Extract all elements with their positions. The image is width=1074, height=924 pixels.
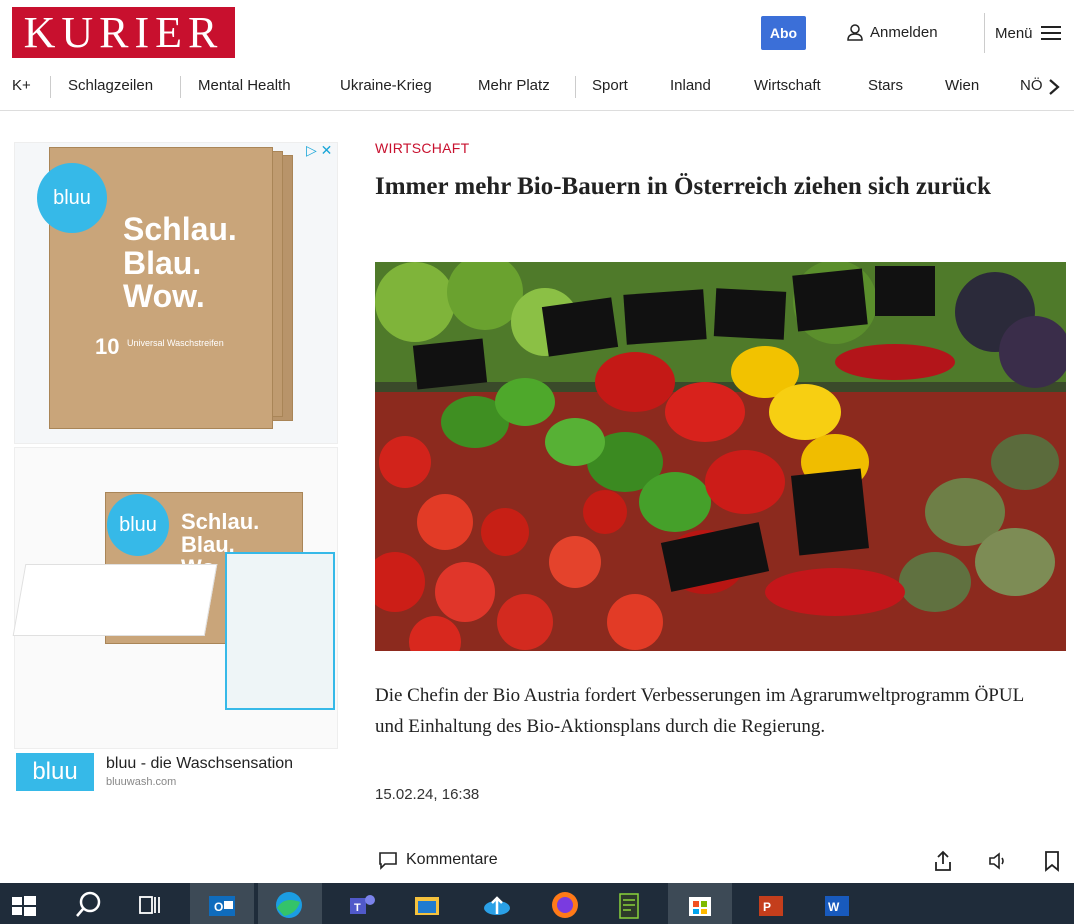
nav-divider bbox=[575, 76, 576, 98]
onedrive-icon[interactable] bbox=[480, 888, 514, 922]
svg-text:O: O bbox=[214, 900, 223, 914]
article-headline[interactable]: Immer mehr Bio-Bauern in Österreich zieh… bbox=[375, 170, 1015, 203]
nav-item-mental-health[interactable]: Mental Health bbox=[198, 77, 291, 94]
powerpoint-icon[interactable]: P bbox=[754, 888, 788, 922]
article-date: 15.02.24, 16:38 bbox=[375, 786, 480, 803]
comment-icon bbox=[379, 852, 397, 870]
svg-text:P: P bbox=[763, 900, 771, 914]
nav-item-schlagzeilen[interactable]: Schlagzeilen bbox=[68, 77, 153, 94]
nav-item-wirtschaft[interactable]: Wirtschaft bbox=[754, 77, 821, 94]
chevron-right-icon[interactable] bbox=[1048, 78, 1060, 96]
audio-icon[interactable] bbox=[987, 850, 1009, 872]
store-icon[interactable] bbox=[683, 888, 717, 922]
ad-image-product-boxes[interactable]: bluu Schlau. Blau. Wow. 10 Universal Wasch… bbox=[14, 142, 338, 444]
ad-small-package bbox=[225, 552, 335, 710]
teams-icon[interactable]: T bbox=[345, 888, 379, 922]
nav-item-noe[interactable]: NÖ bbox=[1020, 77, 1043, 94]
abo-button[interactable]: Abo bbox=[761, 16, 806, 50]
ad-image-product-strips[interactable]: bluu Schlau.Blau.Wo 60 bbox=[12, 447, 338, 749]
ad-strips-stack bbox=[12, 564, 218, 636]
nav-item-ukraine-krieg[interactable]: Ukraine-Krieg bbox=[340, 77, 432, 94]
file-explorer-icon[interactable] bbox=[410, 888, 444, 922]
menu-button[interactable]: Menü bbox=[984, 13, 1061, 53]
notepad-plus-icon[interactable] bbox=[612, 888, 646, 922]
bookmark-icon[interactable] bbox=[1043, 850, 1061, 872]
article-lead: Die Chefin der Bio Austria fordert Verbe… bbox=[375, 685, 1024, 737]
nav-item-wien[interactable]: Wien bbox=[945, 77, 979, 94]
ad-choices-icon[interactable]: ▷ ✕ bbox=[306, 142, 332, 159]
article-section-label[interactable]: WIRTSCHAFT bbox=[375, 140, 470, 156]
comments-button[interactable]: Kommentare bbox=[378, 850, 498, 870]
section-nav: K+ Schlagzeilen Mental Health Ukraine-Kr… bbox=[0, 72, 1074, 111]
comments-label: Kommentare bbox=[406, 851, 498, 868]
ad-footer[interactable]: bluu bluu - die Waschsensation bluuwash.… bbox=[14, 752, 338, 794]
nav-item-inland[interactable]: Inland bbox=[670, 77, 711, 94]
login-label: Anmelden bbox=[870, 23, 938, 41]
windows-start-icon[interactable] bbox=[6, 888, 40, 922]
nav-item-stars[interactable]: Stars bbox=[868, 77, 903, 94]
nav-divider bbox=[180, 76, 181, 98]
advertisement[interactable]: bluu Schlau. Blau. Wow. 10 Universal Wasch… bbox=[12, 142, 338, 750]
hamburger-icon bbox=[1040, 26, 1061, 40]
search-icon[interactable] bbox=[72, 888, 106, 922]
nav-item-sport[interactable]: Sport bbox=[592, 77, 628, 94]
nav-item-kplus[interactable]: K+ bbox=[12, 77, 31, 94]
word-icon[interactable]: W bbox=[820, 888, 854, 922]
login-button[interactable]: Anmelden bbox=[846, 23, 938, 41]
nav-divider bbox=[50, 76, 51, 98]
vegetable-market-illustration bbox=[375, 262, 1066, 651]
ad-brand-circle: bluu bbox=[107, 494, 169, 556]
ad-caption: Universal Waschstreifen bbox=[127, 338, 224, 348]
kurier-logo[interactable]: KURIER bbox=[12, 7, 235, 58]
ad-brand-circle: bluu bbox=[37, 163, 107, 233]
svg-text:T: T bbox=[354, 902, 361, 914]
svg-text:W: W bbox=[828, 900, 840, 914]
ad-title[interactable]: bluu - die Waschsensation bbox=[106, 755, 293, 773]
user-icon bbox=[847, 24, 863, 41]
menu-label: Menü bbox=[995, 24, 1033, 42]
ad-slogan: Schlau. Blau. Wow. bbox=[123, 211, 237, 315]
task-view-icon[interactable] bbox=[133, 888, 167, 922]
edge-icon[interactable] bbox=[272, 888, 306, 922]
ad-count: 10 bbox=[95, 334, 120, 359]
article-hero-image[interactable] bbox=[375, 262, 1066, 651]
outlook-icon[interactable]: O bbox=[205, 888, 239, 922]
share-icon[interactable] bbox=[933, 850, 953, 872]
windows-taskbar: O T P W bbox=[0, 883, 1074, 924]
article-actions bbox=[933, 850, 1061, 872]
ad-domain: bluuwash.com bbox=[106, 776, 177, 788]
nav-item-mehr-platz[interactable]: Mehr Platz bbox=[478, 77, 550, 94]
firefox-icon[interactable] bbox=[548, 888, 582, 922]
bluu-logo: bluu bbox=[16, 753, 94, 791]
